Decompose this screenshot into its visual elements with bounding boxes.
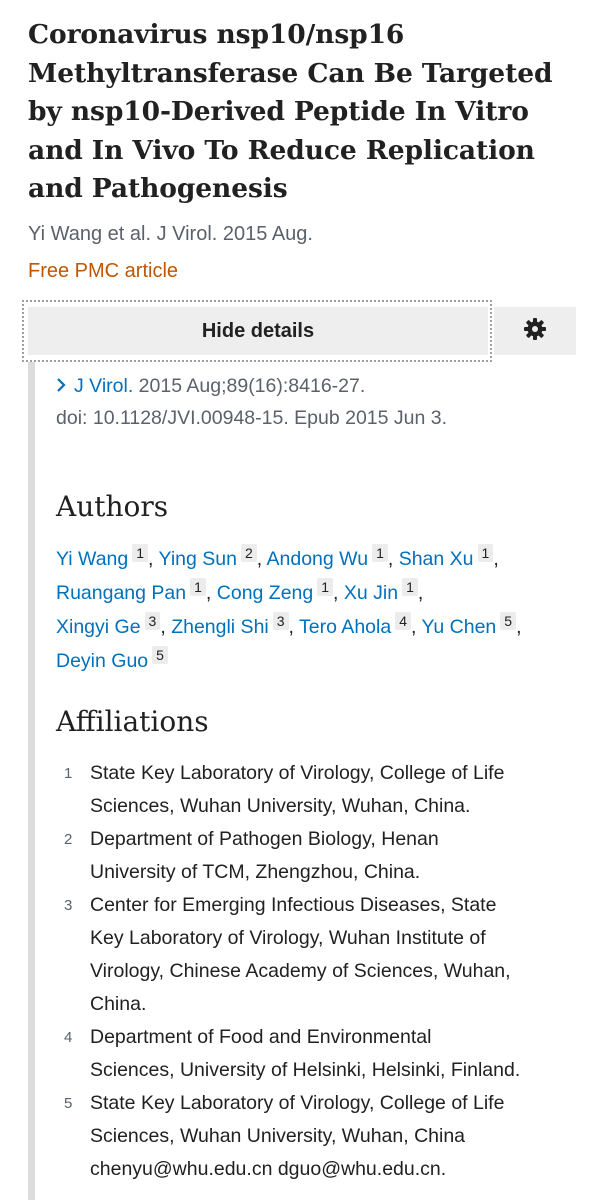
affiliation-number: 4 (64, 1029, 73, 1046)
affiliation-ref-button[interactable]: 5 (152, 646, 168, 664)
author-separator: , (417, 582, 424, 604)
affiliation-text: State Key Laboratory of Virology, Colleg… (90, 1087, 586, 1186)
author-link[interactable]: Shan Xu (399, 548, 474, 570)
author-separator: , (410, 616, 422, 638)
citation-details: 2015 Aug;89(16):8416-27. (133, 375, 366, 397)
author-link[interactable]: Yi Wang (56, 548, 128, 570)
author-link[interactable]: Xu Jin (344, 582, 398, 604)
affiliation-number: 3 (64, 897, 73, 914)
journal-link[interactable]: J Virol. (74, 375, 133, 397)
author-link[interactable]: Deyin Guo (56, 650, 148, 672)
affiliation-number: 2 (64, 831, 73, 848)
affiliation-item: 4 Department of Food and Environmental Sci… (56, 1021, 586, 1087)
author-link[interactable]: Zhengli Shi (171, 616, 269, 638)
affiliation-item: 1 State Key Laboratory of Virology, Colle… (56, 757, 586, 823)
affiliations-heading: Affiliations (56, 705, 209, 738)
chevron-right-icon (56, 370, 66, 402)
author-link[interactable]: Yu Chen (421, 616, 496, 638)
affiliation-item: 3 Center for Emerging Infectious Diseases… (56, 889, 586, 1021)
author-separator: , (288, 616, 300, 638)
affiliation-ref-button[interactable]: 1 (477, 544, 494, 562)
author-separator: , (148, 548, 159, 570)
affiliation-line: Center for Emerging Infectious Diseases,… (90, 894, 497, 916)
affiliation-list: 1 State Key Laboratory of Virology, Colle… (56, 757, 586, 1186)
citation-block: J Virol. 2015 Aug;89(16):8416-27. doi: 1… (56, 370, 447, 434)
citation-line: J Virol. 2015 Aug;89(16):8416-27. (56, 370, 447, 402)
author-separator: , (387, 548, 399, 570)
hide-details-button[interactable]: Hide details (28, 307, 488, 355)
affiliation-line: Sciences, Wuhan University, Wuhan, China (90, 1125, 466, 1147)
author-separator: , (516, 616, 522, 638)
affiliation-item: 2 Department of Pathogen Biology, Henan Un… (56, 823, 586, 889)
affiliation-line: Sciences, Wuhan University, Wuhan, China… (90, 795, 471, 817)
author-list: Yi Wang 1, Ying Sun 2, Andong Wu 1, Shan Xu… (56, 542, 586, 678)
affiliation-ref-button[interactable]: 3 (272, 612, 289, 630)
details-left-bar (28, 362, 35, 1200)
free-pmc-article-link[interactable]: Free PMC article (28, 260, 178, 283)
affiliation-number: 5 (64, 1095, 73, 1112)
affiliation-line: Virology, Chinese Academy of Sciences, W… (90, 960, 511, 982)
author-link[interactable]: Ying Sun (159, 548, 237, 570)
authors-heading: Authors (56, 490, 169, 523)
gear-icon (523, 317, 547, 346)
author-link[interactable]: Xingyi Ge (56, 616, 141, 638)
author-separator: , (493, 548, 499, 570)
affiliation-line: Sciences, University of Helsinki, Helsin… (90, 1059, 521, 1081)
affiliation-ref-button[interactable]: 4 (395, 612, 411, 630)
affiliation-ref-button[interactable]: 1 (132, 544, 149, 562)
affiliation-item: 5 State Key Laboratory of Virology, Colle… (56, 1087, 586, 1186)
affiliation-ref-button[interactable]: 1 (372, 544, 388, 562)
affiliation-line: Key Laboratory of Virology, Wuhan Instit… (90, 927, 486, 949)
author-separator: , (333, 582, 344, 604)
affiliation-number: 1 (64, 765, 73, 782)
affiliation-line: China. (90, 993, 147, 1015)
affiliation-line: Department of Food and Environmental (90, 1026, 432, 1048)
affiliation-line: State Key Laboratory of Virology, Colleg… (90, 1092, 505, 1114)
affiliation-text: Department of Pathogen Biology, Henan Uni… (90, 823, 586, 889)
affiliation-line: chenyu@whu.edu.cn dguo@whu.edu.cn. (90, 1158, 447, 1180)
author-link[interactable]: Ruangang Pan (56, 582, 186, 604)
doi-line: doi: 10.1128/JVI.00948-15. Epub 2015 Jun… (56, 407, 448, 429)
affiliation-ref-button[interactable]: 3 (144, 612, 161, 630)
affiliation-line: Department of Pathogen Biology, Henan (90, 828, 439, 850)
author-separator: , (205, 582, 217, 604)
affiliation-line: University of TCM, Zhengzhou, China. (90, 861, 421, 883)
affiliation-ref-button[interactable]: 2 (240, 544, 257, 562)
author-link[interactable]: Cong Zeng (217, 582, 313, 604)
affiliation-text: Department of Food and Environmental Scie… (90, 1021, 586, 1087)
display-options-button[interactable] (494, 307, 576, 355)
author-separator: , (160, 616, 172, 638)
author-link[interactable]: Andong Wu (267, 548, 369, 570)
affiliation-ref-button[interactable]: 1 (317, 578, 334, 596)
article-byline: Yi Wang et al. J Virol. 2015 Aug. (28, 223, 313, 245)
affiliation-ref-button[interactable]: 5 (500, 612, 517, 630)
affiliation-line: State Key Laboratory of Virology, Colleg… (90, 762, 505, 784)
article-title: Coronavirus nsp10/nsp16 Methyltransferas… (28, 19, 553, 204)
author-link[interactable]: Tero Ahola (299, 616, 391, 638)
affiliation-ref-button[interactable]: 1 (402, 578, 418, 596)
affiliation-text: State Key Laboratory of Virology, Colleg… (90, 757, 586, 823)
affiliation-ref-button[interactable]: 1 (190, 578, 206, 596)
author-separator: , (256, 548, 267, 570)
affiliation-text: Center for Emerging Infectious Diseases,… (90, 889, 586, 1021)
